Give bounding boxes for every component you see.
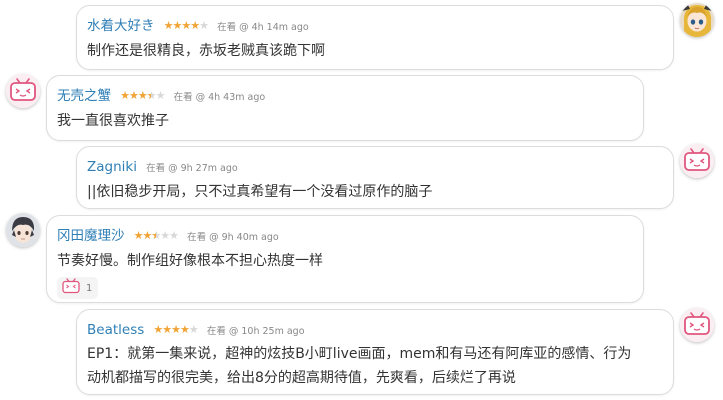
comment-card: 无壳之蟹 ★★★★★ 在看 @ 4h 43m ago 我一直很喜欢推子 bbox=[46, 75, 644, 141]
comment-username[interactable]: 水着大好き bbox=[87, 18, 155, 34]
comment-card: Zagniki 在看 @ 9h 27m ago ||依旧稳步开局，只不过真希望有… bbox=[76, 146, 674, 209]
bilibili-tv-avatar-icon[interactable] bbox=[6, 74, 40, 108]
comment-card: Beatless ★★★★★ 在看 @ 10h 25m ago EP1：就第一集… bbox=[76, 309, 674, 395]
comment-username[interactable]: 冈田魔理沙 bbox=[57, 228, 125, 244]
comment-meta: Beatless ★★★★★ 在看 @ 10h 25m ago bbox=[87, 320, 305, 338]
comment-username[interactable]: Zagniki bbox=[87, 159, 137, 175]
rating-stars: ★★★★★ bbox=[153, 321, 199, 339]
like-button[interactable]: 1 bbox=[57, 277, 99, 299]
comment-card: 水着大好き ★★★★★ 在看 @ 4h 14m ago 制作还是很精良，赤坂老贼… bbox=[76, 5, 674, 70]
bilibili-tv-avatar-icon[interactable] bbox=[680, 144, 714, 178]
comment-meta: 水着大好き ★★★★★ 在看 @ 4h 14m ago bbox=[87, 16, 309, 34]
anime-girl-avatar-icon[interactable] bbox=[680, 3, 714, 37]
comment-text-line: EP1：就第一集来说，超神的炫技B小町live画面，mem和有马还有阿库亚的感情… bbox=[87, 346, 632, 362]
star-empty-icon: ★ bbox=[160, 229, 170, 242]
star-full-icon: ★ bbox=[179, 323, 190, 336]
rating-stars: ★★★★★ bbox=[120, 87, 166, 105]
comment-meta: 冈田魔理沙 ★★★★★ 在看 @ 9h 40m ago bbox=[57, 226, 279, 245]
rating-stars: ★★★★★ bbox=[133, 227, 179, 245]
star-full-icon: ★ bbox=[181, 19, 191, 32]
star-half-icon: ★ bbox=[151, 227, 161, 245]
star-full-icon: ★ bbox=[190, 19, 200, 32]
star-full-icon: ★ bbox=[133, 229, 144, 242]
star-empty-icon: ★ bbox=[199, 19, 209, 32]
comment-status: 在看 @ 9h 40m ago bbox=[187, 232, 279, 243]
star-empty-icon: ★ bbox=[155, 89, 166, 102]
like-count: 1 bbox=[86, 282, 93, 294]
comment-text: ||依旧稳步开局，只不过真希望有一个没看过原作的脑子 bbox=[87, 184, 433, 200]
comment-status: 在看 @ 4h 14m ago bbox=[217, 22, 309, 33]
comment-status: 在看 @ 9h 27m ago bbox=[146, 163, 238, 174]
comment-meta: Zagniki 在看 @ 9h 27m ago bbox=[87, 157, 238, 175]
star-full-icon: ★ bbox=[163, 19, 174, 32]
star-full-icon: ★ bbox=[172, 19, 182, 32]
star-full-icon: ★ bbox=[128, 89, 139, 102]
comment-status: 在看 @ 10h 25m ago bbox=[206, 326, 305, 337]
star-empty-icon: ★ bbox=[188, 323, 199, 336]
comment-text: 制作还是很精良，赤坂老贼真该跪下啊 bbox=[87, 43, 325, 59]
rating-stars: ★★★★★ bbox=[163, 17, 209, 35]
star-half-icon: ★ bbox=[147, 87, 157, 105]
comment-meta: 无壳之蟹 ★★★★★ 在看 @ 4h 43m ago bbox=[57, 86, 266, 105]
comment-card: 冈田魔理沙 ★★★★★ 在看 @ 9h 40m ago 节奏好慢。制作组好像根本… bbox=[46, 215, 644, 303]
bilibili-tv-avatar-icon[interactable] bbox=[680, 308, 714, 342]
comment-username[interactable]: 无壳之蟹 bbox=[57, 88, 111, 104]
star-empty-icon: ★ bbox=[169, 229, 179, 242]
comment-text: 我一直很喜欢推子 bbox=[57, 113, 169, 129]
anime-boy-avatar-icon[interactable] bbox=[6, 213, 40, 247]
star-full-icon: ★ bbox=[153, 323, 163, 336]
comment-text: EP1：就第一集来说，超神的炫技B小町live画面，mem和有马还有阿库亚的感情… bbox=[87, 342, 631, 390]
star-full-icon: ★ bbox=[120, 89, 130, 102]
star-full-icon: ★ bbox=[162, 323, 172, 336]
star-full-icon: ★ bbox=[142, 229, 152, 242]
comment-status: 在看 @ 4h 43m ago bbox=[173, 92, 266, 103]
comment-username[interactable]: Beatless bbox=[87, 322, 144, 338]
like-icon bbox=[61, 278, 81, 298]
star-full-icon: ★ bbox=[171, 323, 181, 336]
star-full-icon: ★ bbox=[137, 89, 148, 102]
comment-text-line: 动机都描写的很完美，给出8分的超高期待值，先爽看，后续烂了再说 bbox=[87, 370, 516, 386]
comment-text: 节奏好慢。制作组好像根本不担心热度一样 bbox=[57, 253, 323, 269]
